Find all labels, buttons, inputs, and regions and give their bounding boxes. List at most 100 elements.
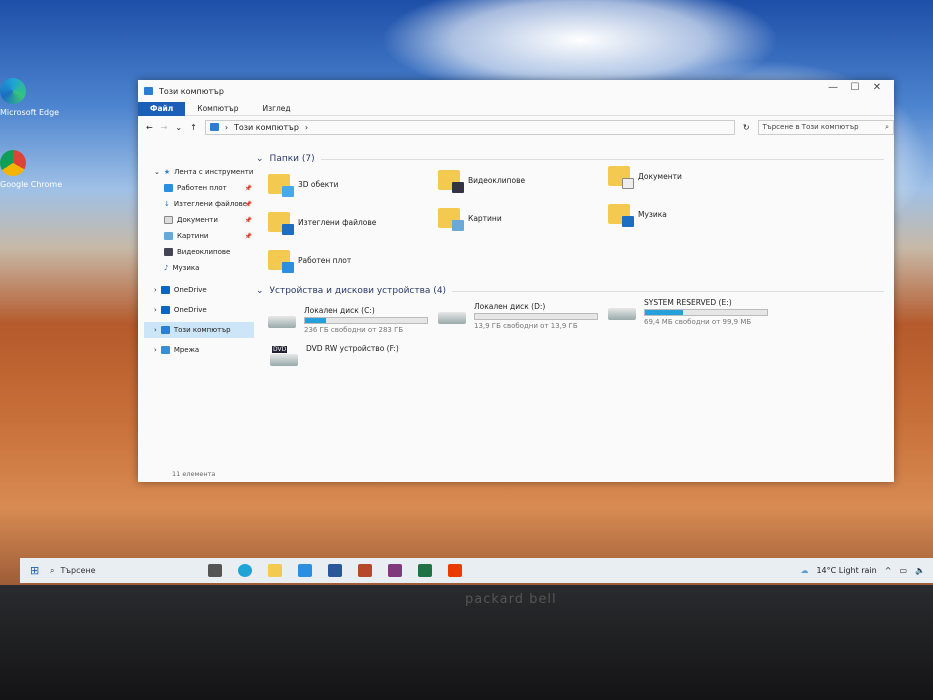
sidebar-item-downloads[interactable]: ↓ Изтеглени файлове 📌 (144, 196, 254, 212)
sidebar-this-pc[interactable]: › Този компютър (144, 322, 254, 338)
music-icon: ♪ (164, 264, 169, 272)
chrome-desktop-icon[interactable] (0, 150, 26, 176)
folder-3d-objects[interactable]: 3D обекти (268, 174, 339, 197)
label: 3D обекти (298, 179, 339, 189)
document-icon (164, 216, 173, 224)
folder-pictures[interactable]: Картини (438, 208, 502, 231)
search-icon: ⌕ (885, 122, 889, 131)
folder-documents[interactable]: Документи (608, 166, 682, 189)
sidebar-item-music[interactable]: ♪ Музика (144, 260, 254, 276)
brand-logo: packard bell (465, 592, 557, 607)
chevron-up-icon[interactable]: ^ (885, 566, 892, 575)
label: OneDrive (173, 306, 207, 314)
edge-taskbar-icon[interactable] (238, 564, 252, 577)
sidebar-item-pictures[interactable]: Картини 📌 (144, 228, 254, 244)
sidebar-item-videos[interactable]: Видеоклипове (144, 244, 254, 260)
recent-chevron-icon[interactable]: ⌄ (175, 123, 182, 132)
drive-usage-bar (644, 309, 768, 316)
drive-name: Локален диск (D:) (474, 302, 546, 311)
drive-usage-bar (474, 313, 598, 320)
sidebar-item-desktop[interactable]: Работен плот 📌 (144, 180, 254, 196)
drive-icon (608, 308, 636, 320)
address-bar[interactable]: › Този компютър › (204, 119, 735, 135)
sidebar-onedrive-2[interactable]: › OneDrive (144, 302, 254, 318)
weather-text[interactable]: 14°C Light rain (816, 566, 876, 575)
label: Картини (177, 232, 209, 240)
ribbon-tabs: Файл Компютър Изглед (138, 101, 894, 116)
label: Видеоклипове (177, 248, 231, 256)
drive-dvd[interactable]: DVD DVD RW устройство (F:) (270, 344, 399, 366)
label: Този компютър (173, 326, 231, 334)
start-button[interactable]: ⊞ (30, 564, 39, 577)
drive-name: Локален диск (C:) (304, 306, 375, 315)
search-icon: ⌕ (50, 565, 55, 575)
network-icon[interactable]: ▭ (899, 566, 907, 575)
devices-group-header[interactable]: ⌄ Устройства и дискови устройства (4) (256, 286, 884, 296)
refresh-button[interactable]: ↻ (743, 123, 750, 132)
weather-icon: ☁ (800, 566, 809, 575)
folders-group-header[interactable]: ⌄ Папки (7) (256, 154, 884, 164)
drive-2[interactable]: SYSTEM RESERVED (E:) 69,4 МБ свободни от … (608, 298, 768, 326)
up-button[interactable]: ↑ (190, 123, 197, 132)
window-title: Този компютър (159, 86, 224, 96)
desktop-icon (164, 184, 173, 192)
sidebar-item-documents[interactable]: Документи 📌 (144, 212, 254, 228)
computer-icon (144, 87, 153, 95)
pin-icon: 📌 (244, 232, 252, 240)
drive-name: SYSTEM RESERVED (E:) (644, 298, 732, 307)
minimize-button[interactable]: — (822, 82, 844, 93)
content-area: ⌄ Папки (7) 3D обекти Видеоклипове Докум… (256, 154, 884, 366)
search-placeholder: Търсене в Този компютър (762, 122, 859, 131)
pictures-icon (164, 232, 173, 240)
label: Лента с инструменти (174, 168, 254, 176)
navigation-bar: ← → ⌄ ↑ › Този компютър › ↻ Търсене в Тоз… (138, 116, 894, 138)
office-taskbar-icon[interactable] (448, 564, 462, 577)
mail-taskbar-icon[interactable] (298, 564, 312, 577)
taskbar: ⊞ ⌕ Търсене ☁ 14°C Light rain ^ ▭ 🔈 (20, 558, 933, 583)
pin-icon: 📌 (244, 184, 252, 192)
pin-icon: 📌 (244, 200, 252, 208)
download-icon: ↓ (164, 200, 170, 208)
task-view-icon[interactable] (208, 564, 222, 577)
sidebar-network[interactable]: › Мрежа (144, 342, 254, 358)
folder-downloads[interactable]: Изтеглени файлове (268, 212, 376, 235)
search-input[interactable]: Търсене в Този компютър ⌕ (757, 119, 894, 135)
word-taskbar-icon[interactable] (328, 564, 342, 577)
edge-desktop-label: Microsoft Edge (0, 108, 60, 117)
file-explorer-taskbar-icon[interactable] (268, 564, 282, 577)
close-button[interactable]: ✕ (866, 82, 888, 93)
drive-icon (268, 316, 296, 328)
maximize-button[interactable]: ☐ (844, 82, 866, 93)
drive-info: 69,4 МБ свободни от 99,9 МБ (644, 318, 752, 326)
edge-desktop-icon[interactable] (0, 78, 26, 104)
folder-music[interactable]: Музика (608, 204, 667, 227)
sidebar-onedrive-1[interactable]: › OneDrive (144, 282, 254, 298)
address-text: Този компютър (234, 122, 299, 132)
onenote-taskbar-icon[interactable] (388, 564, 402, 577)
sidebar-quick-access[interactable]: ⌄ ★ Лента с инструменти (144, 164, 254, 180)
folder-desktop[interactable]: Работен плот (268, 250, 351, 273)
folder-videos[interactable]: Видеоклипове (438, 170, 525, 193)
drive-0[interactable]: Локален диск (C:) 236 ГБ свободни от 283 … (268, 306, 428, 334)
file-explorer-window: Този компютър — ☐ ✕ Файл Компютър Изглед… (138, 80, 894, 482)
tab-file[interactable]: Файл (138, 101, 186, 116)
pin-icon: 📌 (244, 216, 252, 224)
tab-computer[interactable]: Компютър (185, 104, 250, 113)
system-tray: ☁ 14°C Light rain ^ ▭ 🔈 (800, 566, 925, 575)
taskbar-search[interactable]: ⌕ Търсене (20, 558, 200, 583)
tab-view[interactable]: Изглед (250, 104, 302, 113)
label: Музика (638, 209, 667, 219)
title-bar: Този компютър (138, 80, 894, 102)
forward-button[interactable]: → (161, 123, 168, 132)
drive-1[interactable]: Локален диск (D:) 13,9 ГБ свободни от 13,… (438, 302, 598, 330)
label: Изтеглени файлове (173, 200, 248, 208)
status-bar-count: 11 елемента (172, 470, 216, 478)
label: Музика (172, 264, 200, 272)
chrome-desktop-label: Google Chrome (0, 180, 63, 189)
back-button[interactable]: ← (146, 123, 153, 132)
drive-info: 13,9 ГБ свободни от 13,9 ГБ (474, 322, 578, 330)
excel-taskbar-icon[interactable] (418, 564, 432, 577)
volume-icon[interactable]: 🔈 (915, 566, 925, 575)
powerpoint-taskbar-icon[interactable] (358, 564, 372, 577)
label: Папки (7) (269, 154, 315, 164)
